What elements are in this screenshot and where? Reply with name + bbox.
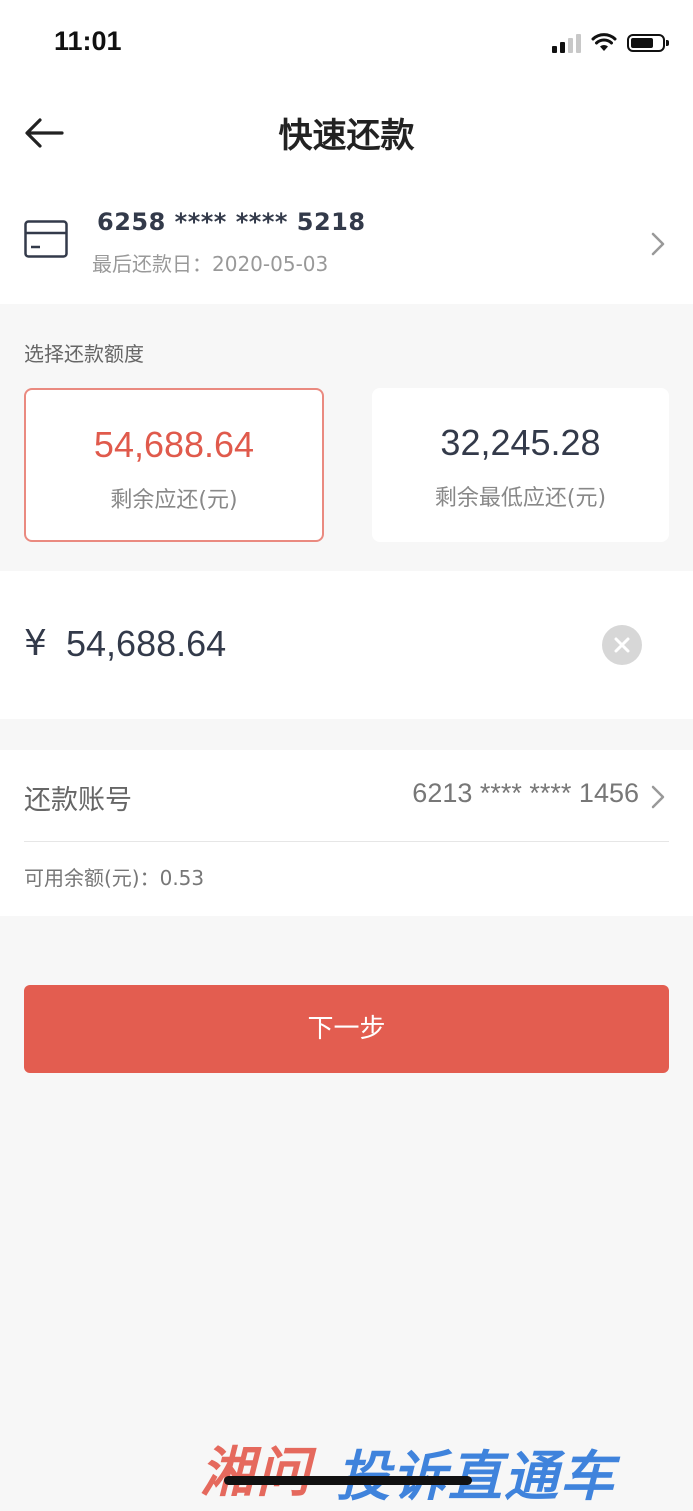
credit-card-icon <box>24 220 68 258</box>
next-step-button[interactable]: 下一步 <box>24 985 669 1073</box>
chevron-right-icon <box>651 232 665 256</box>
repay-amount-section-label: 选择还款额度 <box>24 342 144 366</box>
minimum-payment-option[interactable]: 32,245.28 剩余最低应还(元) <box>372 388 669 542</box>
card-number: 6258 **** **** 5218 <box>97 208 366 236</box>
watermark: 湘问 投诉直通车 <box>200 1428 680 1508</box>
repay-account-section: 还款账号 6213 **** **** 1456 可用余额(元)：0.53 <box>0 750 693 916</box>
nav-bar: 快速还款 <box>0 88 693 178</box>
close-icon <box>614 637 630 653</box>
minimum-payment-value: 32,245.28 <box>440 422 601 463</box>
divider <box>24 841 669 842</box>
available-balance: 可用余额(元)：0.53 <box>24 866 205 890</box>
minimum-payment-label: 剩余最低应还(元) <box>434 486 607 511</box>
clear-button[interactable] <box>602 625 642 665</box>
watermark-text-1: 湘问 <box>200 1441 312 1504</box>
currency-symbol: ¥ <box>24 623 47 664</box>
status-icons <box>552 30 669 56</box>
page-title: 快速还款 <box>278 116 415 156</box>
status-bar: 11:01 <box>0 0 693 88</box>
full-balance-value: 54,688.64 <box>93 424 255 465</box>
watermark-text-2: 投诉直通车 <box>336 1445 616 1508</box>
full-balance-option[interactable]: 54,688.64 剩余应还(元) <box>24 388 324 542</box>
full-balance-label: 剩余应还(元) <box>110 488 238 513</box>
last-due-date: 最后还款日：2020-05-03 <box>92 252 329 276</box>
wifi-icon <box>591 33 617 51</box>
amount-input-row: ¥ 54,688.64 <box>0 571 693 719</box>
repay-account-selector[interactable]: 6213 **** **** 1456 <box>412 778 639 809</box>
amount-input[interactable]: 54,688.64 <box>66 623 226 665</box>
chevron-right-icon[interactable] <box>650 784 666 810</box>
battery-icon <box>627 34 669 52</box>
cellular-signal-icon <box>552 33 581 53</box>
repay-account-label: 还款账号 <box>24 785 132 816</box>
status-time: 11:01 <box>54 26 122 56</box>
credit-card-selector[interactable]: 6258 **** **** 5218 最后还款日：2020-05-03 <box>0 178 693 304</box>
home-indicator <box>224 1476 472 1485</box>
